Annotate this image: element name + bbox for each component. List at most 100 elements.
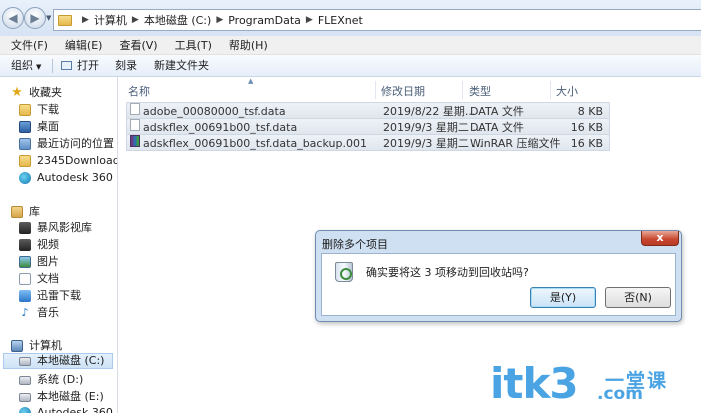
column-divider[interactable]	[375, 81, 376, 99]
menu-tools[interactable]: 工具(T)	[164, 37, 218, 53]
recent-places-icon	[19, 138, 31, 150]
chevron-right-icon[interactable]: ▶	[82, 15, 89, 25]
dialog-message: 确实要将这 3 项移动到回收站吗?	[366, 266, 529, 279]
nav-label: 本地磁盘 (E:)	[37, 390, 104, 403]
chevron-right-icon[interactable]: ▶	[306, 15, 313, 25]
nav-item-autodesk-360-drive[interactable]: Autodesk 360	[19, 405, 113, 413]
address-bar[interactable]: ▶ 计算机 ▶ 本地磁盘 (C:) ▶ ProgramData ▶ FLEXne…	[53, 9, 701, 31]
nav-item-local-disk-e[interactable]: 本地磁盘 (E:)	[19, 389, 104, 405]
folder-icon	[58, 14, 72, 26]
nav-item-local-disk-c[interactable]: 本地磁盘 (C:)	[3, 353, 113, 369]
breadcrumb-computer[interactable]: 计算机	[94, 12, 127, 28]
column-header-name[interactable]: 名称	[128, 83, 150, 99]
file-size: 16 KB	[570, 137, 603, 150]
star-icon: ★	[11, 85, 23, 100]
file-row[interactable]: adskflex_00691b00_tsf.data_backup.001 20…	[126, 134, 610, 151]
nav-item-recent-places[interactable]: 最近访问的位置	[19, 136, 114, 152]
nav-label: 图片	[37, 255, 59, 268]
nav-item-desktop[interactable]: 桌面	[19, 119, 59, 135]
no-button[interactable]: 否(N)	[605, 287, 671, 308]
dialog-body: 确实要将这 3 项移动到回收站吗? 是(Y) 否(N)	[321, 253, 676, 316]
nav-label: 下载	[37, 103, 59, 116]
nav-library-header[interactable]: 库	[11, 204, 40, 220]
nav-label: 库	[29, 205, 40, 218]
menu-help[interactable]: 帮助(H)	[218, 37, 274, 53]
nav-label: 2345Downloads	[37, 154, 118, 167]
recent-pages-dropdown-icon[interactable]: ▼	[46, 14, 51, 22]
chevron-down-icon: ▼	[36, 63, 42, 71]
open-icon	[61, 61, 72, 70]
column-divider[interactable]	[550, 81, 551, 99]
nav-label: 本地磁盘 (C:)	[37, 354, 105, 367]
documents-icon	[19, 273, 31, 285]
nav-item-pictures[interactable]: 图片	[19, 254, 59, 270]
nav-label: 最近访问的位置	[37, 137, 114, 150]
menu-file[interactable]: 文件(F)	[0, 37, 54, 53]
nav-item-thunder-downloads[interactable]: 迅雷下载	[19, 288, 81, 304]
back-button[interactable]: ◀	[2, 7, 24, 29]
command-bar: 组织 ▼ 打开 刻录 新建文件夹	[0, 55, 701, 77]
column-header-type[interactable]: 类型	[469, 83, 491, 99]
downloads-folder-icon	[19, 104, 31, 116]
generic-file-icon	[130, 103, 140, 115]
navigation-pane: ★ 收藏夹 下载 桌面 最近访问的位置 2345Downloads Autodes…	[0, 77, 118, 413]
nav-item-2345downloads[interactable]: 2345Downloads	[19, 153, 118, 169]
new-folder-button[interactable]: 新建文件夹	[154, 59, 209, 73]
nav-label: 迅雷下载	[37, 289, 81, 302]
back-arrow-icon: ◀	[8, 11, 18, 25]
file-name: adskflex_00691b00_tsf.data_backup.001	[143, 137, 367, 150]
new-folder-label: 新建文件夹	[154, 59, 209, 72]
videos-icon	[19, 239, 31, 251]
nav-favorites-header[interactable]: ★ 收藏夹	[11, 85, 62, 101]
autodesk-360-icon	[19, 172, 31, 184]
chevron-right-icon[interactable]: ▶	[132, 15, 139, 25]
breadcrumb-flexnet[interactable]: FLEXnet	[318, 14, 363, 27]
nav-item-baofeng-library[interactable]: 暴风影视库	[19, 220, 92, 236]
organize-button[interactable]: 组织 ▼	[11, 59, 41, 73]
nav-item-music[interactable]: ♪ 音乐	[19, 305, 59, 321]
open-button[interactable]: 打开	[61, 59, 99, 73]
nav-item-system-d[interactable]: 系统 (D:)	[19, 372, 83, 388]
nav-item-autodesk-360[interactable]: Autodesk 360	[19, 170, 113, 186]
forward-arrow-icon: ▶	[30, 11, 40, 25]
column-header-modified[interactable]: 修改日期	[381, 83, 425, 99]
address-bar-region: ◀ ▶ ▼ ▶ 计算机 ▶ 本地磁盘 (C:) ▶ ProgramData ▶ …	[0, 0, 701, 36]
watermark-domain: .com	[597, 384, 643, 404]
breadcrumb-local-disk-c[interactable]: 本地磁盘 (C:)	[144, 12, 211, 28]
nav-item-downloads[interactable]: 下载	[19, 102, 59, 118]
close-button[interactable]: x	[641, 231, 679, 246]
computer-icon	[11, 340, 23, 352]
menu-bar: 文件(F) 编辑(E) 查看(V) 工具(T) 帮助(H)	[0, 36, 701, 55]
nav-item-documents[interactable]: 文档	[19, 271, 59, 287]
breadcrumb-programdata[interactable]: ProgramData	[228, 14, 301, 27]
nav-label: 视频	[37, 238, 59, 251]
column-header-size[interactable]: 大小	[556, 83, 578, 99]
burn-button[interactable]: 刻录	[115, 59, 137, 73]
pictures-icon	[19, 256, 31, 268]
desktop-icon	[19, 121, 31, 133]
column-divider[interactable]	[462, 81, 463, 99]
close-icon: x	[656, 231, 664, 244]
winrar-file-icon	[130, 135, 140, 147]
nav-label: 文档	[37, 272, 59, 285]
file-modified: 2019/9/3 星期二 ...	[383, 137, 483, 150]
file-type: WinRAR 压缩文件	[470, 137, 561, 150]
nav-item-videos[interactable]: 视频	[19, 237, 59, 253]
delete-confirm-dialog: 删除多个项目 x 确实要将这 3 项移动到回收站吗? 是(Y) 否(N)	[315, 230, 682, 322]
file-row[interactable]: adskflex_00691b00_tsf.data 2019/9/3 星期二 …	[126, 118, 610, 135]
file-row[interactable]: adobe_00080000_tsf.data 2019/8/22 星期... …	[126, 102, 610, 119]
forward-button[interactable]: ▶	[24, 7, 46, 29]
recycle-bin-icon	[335, 262, 353, 282]
yes-button[interactable]: 是(Y)	[530, 287, 596, 308]
menu-view[interactable]: 查看(V)	[108, 37, 163, 53]
menu-edit[interactable]: 编辑(E)	[54, 37, 109, 53]
thunder-download-icon	[19, 290, 31, 302]
dialog-title: 删除多个项目	[322, 238, 388, 251]
nav-computer-header[interactable]: 计算机	[11, 338, 62, 354]
drive-icon	[19, 356, 31, 366]
drive-icon	[19, 392, 31, 402]
burn-label: 刻录	[115, 59, 137, 72]
media-library-icon	[19, 222, 31, 234]
autodesk-360-icon	[19, 407, 31, 413]
chevron-right-icon[interactable]: ▶	[216, 15, 223, 25]
